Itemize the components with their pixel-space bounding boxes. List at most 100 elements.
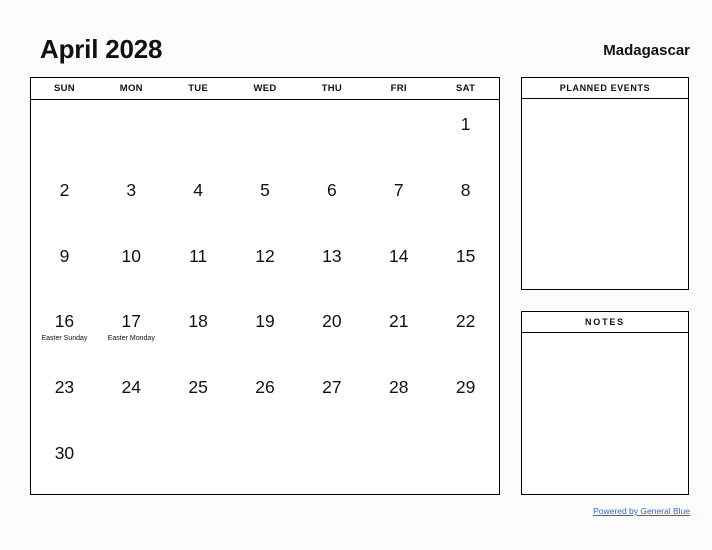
country-label: Madagascar bbox=[603, 42, 690, 59]
day-number: 7 bbox=[393, 179, 404, 200]
day-cell-empty bbox=[365, 100, 432, 166]
day-number: 6 bbox=[327, 179, 337, 200]
day-number: 13 bbox=[322, 245, 342, 266]
calendar-week-row: 23 24 25 26 27 28 29 bbox=[31, 363, 499, 429]
day-cell-empty bbox=[98, 429, 165, 495]
day-number: 27 bbox=[322, 377, 342, 398]
day-cell[interactable]: 11 bbox=[165, 232, 232, 298]
day-number: 4 bbox=[193, 179, 204, 200]
calendar-week-row: 9 10 11 12 13 14 15 bbox=[31, 232, 499, 298]
weekday-header-thu: THU bbox=[321, 83, 343, 94]
weekday-header-wed: WED bbox=[253, 83, 277, 94]
day-cell[interactable]: 16 Easter Sunday bbox=[31, 297, 98, 363]
day-cell-empty bbox=[31, 100, 98, 166]
day-number: 24 bbox=[121, 377, 142, 398]
page-header: April 2028 Madagascar bbox=[0, 0, 712, 75]
day-cell[interactable]: 4 bbox=[165, 166, 232, 232]
day-number: 20 bbox=[322, 311, 342, 332]
day-cell[interactable]: 17 Easter Monday bbox=[98, 297, 165, 363]
day-cell[interactable]: 29 bbox=[432, 363, 499, 429]
day-holiday-label: Easter Sunday bbox=[41, 335, 88, 343]
day-cell[interactable]: 8 bbox=[432, 166, 499, 232]
day-cell[interactable]: 6 bbox=[298, 166, 365, 232]
day-number: 23 bbox=[54, 377, 75, 398]
day-cell[interactable]: 3 bbox=[98, 166, 165, 232]
calendar-week-row: 16 Easter Sunday 17 Easter Monday 18 19 20 21 22 bbox=[31, 297, 499, 363]
day-cell[interactable]: 26 bbox=[232, 363, 299, 429]
day-cell[interactable]: 13 bbox=[298, 232, 365, 298]
weekday-header-mon: MON bbox=[119, 83, 143, 94]
day-cell[interactable]: 19 bbox=[232, 297, 299, 363]
day-cell[interactable]: 24 bbox=[98, 363, 165, 429]
day-number: 26 bbox=[255, 377, 275, 398]
day-number: 8 bbox=[460, 179, 471, 200]
day-number: 1 bbox=[460, 114, 471, 134]
day-cell-empty bbox=[98, 100, 165, 166]
day-number: 3 bbox=[126, 179, 137, 200]
day-cell-empty bbox=[232, 100, 299, 166]
calendar-week-row: 1 bbox=[31, 100, 499, 166]
planned-events-panel[interactable]: PLANNED EVENTS bbox=[521, 77, 689, 290]
day-number: 10 bbox=[121, 245, 142, 266]
day-cell-empty bbox=[165, 429, 232, 495]
page-title: April 2028 bbox=[40, 34, 163, 64]
notes-panel[interactable]: NOTES bbox=[521, 311, 689, 495]
calendar-week-row: 2 3 4 5 6 7 8 bbox=[31, 166, 499, 232]
day-cell[interactable]: 20 bbox=[298, 297, 365, 363]
calendar-week-row: 30 bbox=[31, 429, 499, 495]
day-cell[interactable]: 22 bbox=[432, 297, 499, 363]
day-cell[interactable]: 9 bbox=[31, 232, 98, 298]
weekday-header-sat: SAT bbox=[455, 83, 476, 94]
day-cell[interactable]: 15 bbox=[432, 232, 499, 298]
weekday-header-fri: FRI bbox=[390, 83, 407, 94]
powered-by-link[interactable]: Powered by General Blue bbox=[593, 506, 690, 516]
day-cell[interactable]: 2 bbox=[31, 166, 98, 232]
day-number: 15 bbox=[455, 245, 476, 266]
day-cell[interactable]: 23 bbox=[31, 363, 98, 429]
day-cell[interactable]: 30 bbox=[31, 429, 98, 495]
day-number: 17 bbox=[121, 311, 142, 332]
weekday-header-tue: TUE bbox=[188, 83, 209, 94]
day-cell[interactable]: 28 bbox=[365, 363, 432, 429]
day-number: 5 bbox=[260, 179, 270, 200]
day-number: 25 bbox=[188, 377, 208, 398]
day-cell[interactable]: 14 bbox=[365, 232, 432, 298]
day-number: 11 bbox=[189, 245, 208, 266]
day-cell[interactable]: 18 bbox=[165, 297, 232, 363]
day-number: 28 bbox=[388, 377, 409, 398]
planned-events-title: PLANNED EVENTS bbox=[522, 78, 688, 99]
day-cell-empty bbox=[232, 429, 299, 495]
day-number: 14 bbox=[388, 245, 409, 266]
day-cell-empty bbox=[165, 100, 232, 166]
weekday-header-sun: SUN bbox=[53, 83, 75, 94]
day-cell-empty bbox=[365, 429, 432, 495]
day-number: 30 bbox=[54, 443, 75, 464]
day-cell[interactable]: 10 bbox=[98, 232, 165, 298]
day-cell[interactable]: 1 bbox=[432, 100, 499, 166]
footer: Powered by General Blue bbox=[593, 506, 690, 516]
day-number: 29 bbox=[455, 377, 476, 398]
day-number: 9 bbox=[59, 245, 70, 266]
day-cell[interactable]: 5 bbox=[232, 166, 299, 232]
day-cell[interactable]: 7 bbox=[365, 166, 432, 232]
day-number: 19 bbox=[255, 311, 275, 332]
day-number: 22 bbox=[455, 311, 476, 332]
planned-events-body[interactable] bbox=[522, 99, 688, 289]
calendar-weeks: 1 2 3 4 5 6 7 8 9 10 11 12 13 14 15 16 Easter Sunday 17 Ea… bbox=[31, 100, 499, 495]
day-number: 12 bbox=[255, 245, 275, 266]
weekday-header-row: SUN MON TUE WED THU FRI SAT bbox=[31, 78, 499, 100]
day-number: 16 bbox=[54, 311, 75, 332]
day-number: 18 bbox=[188, 311, 208, 332]
day-cell[interactable]: 27 bbox=[298, 363, 365, 429]
day-cell[interactable]: 12 bbox=[232, 232, 299, 298]
day-cell[interactable]: 21 bbox=[365, 297, 432, 363]
day-cell-empty bbox=[432, 429, 499, 495]
notes-body[interactable] bbox=[522, 333, 688, 494]
day-cell-empty bbox=[298, 100, 365, 166]
day-cell-empty bbox=[298, 429, 365, 495]
day-cell[interactable]: 25 bbox=[165, 363, 232, 429]
day-number: 2 bbox=[59, 179, 70, 200]
calendar-grid: SUN MON TUE WED THU FRI SAT 1 2 3 4 5 6 7 8 9 10 11 12 13 1… bbox=[30, 77, 500, 495]
day-holiday-label: Easter Monday bbox=[107, 335, 155, 343]
notes-title: NOTES bbox=[522, 312, 688, 333]
